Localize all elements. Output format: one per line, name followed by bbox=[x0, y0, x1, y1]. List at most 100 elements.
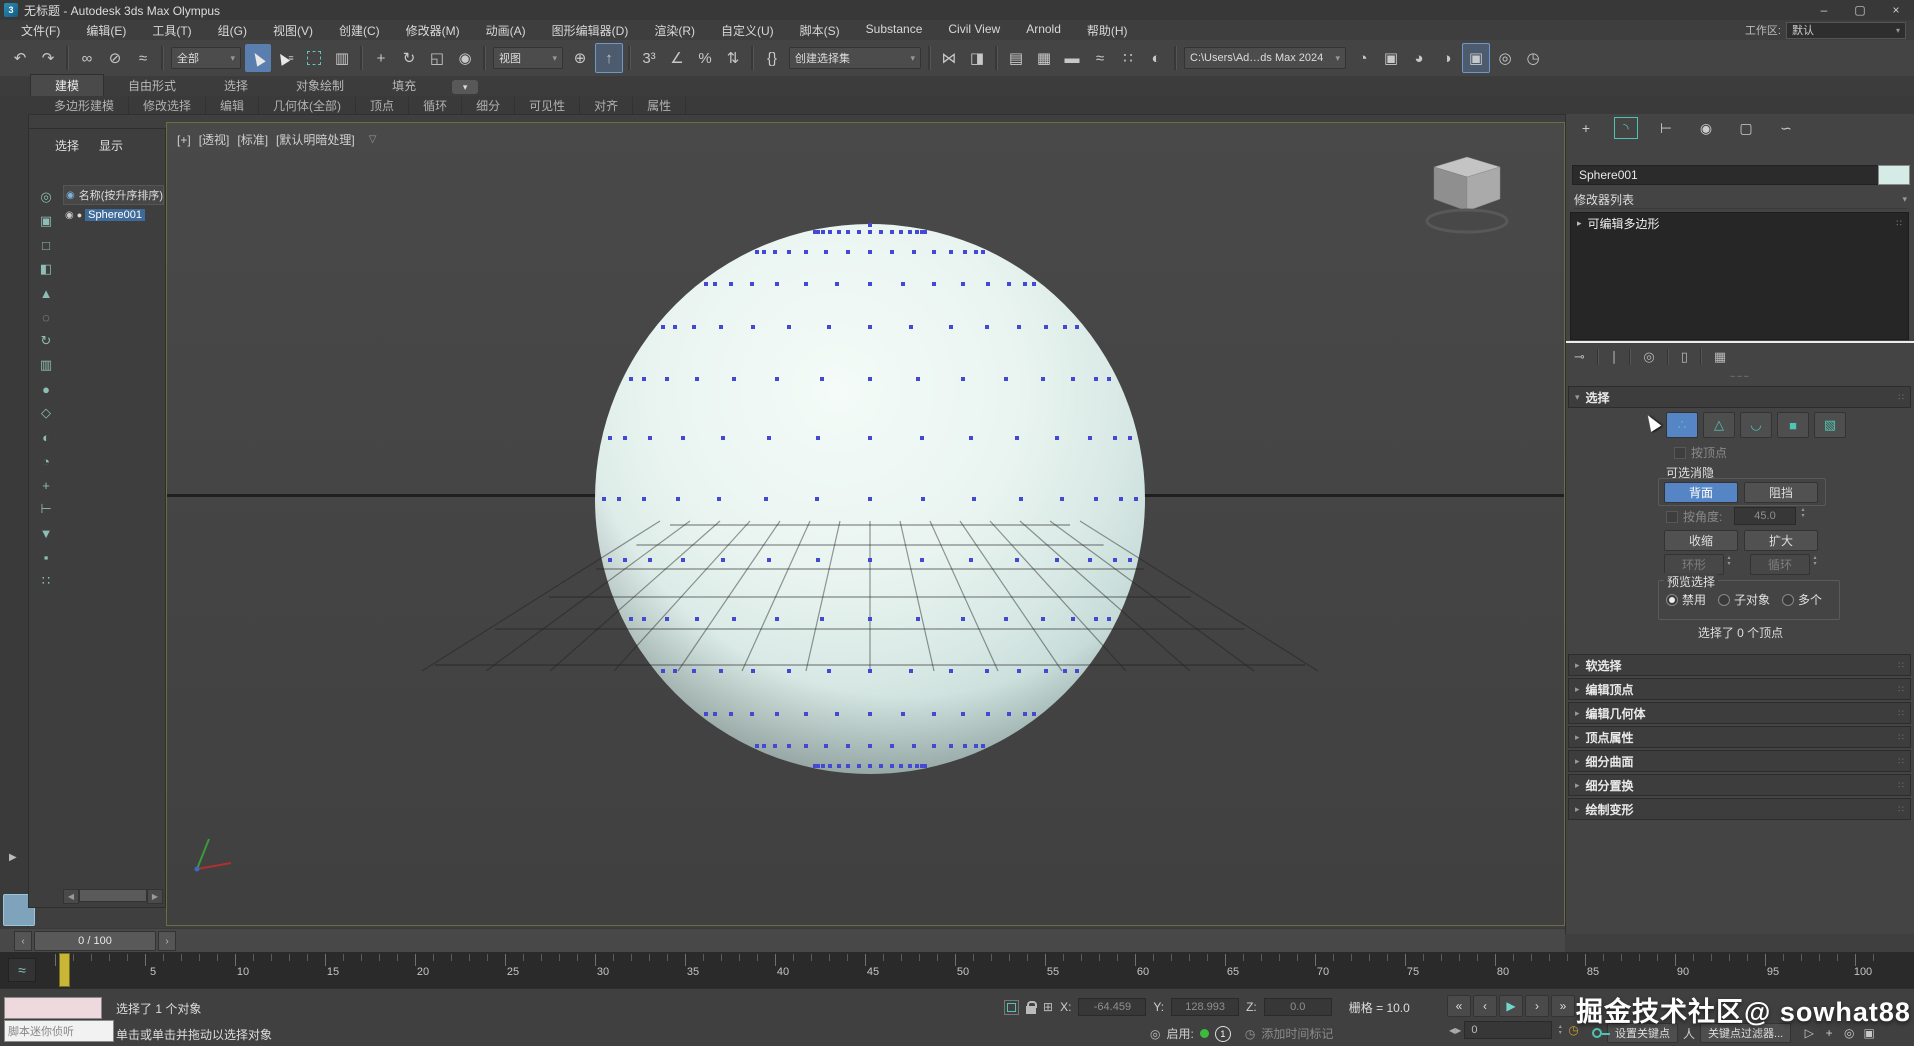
menu-item-15[interactable]: 帮助(H) bbox=[1074, 22, 1141, 39]
select-and-place-icon[interactable]: ◉ bbox=[452, 44, 478, 72]
vertex-dot[interactable] bbox=[827, 325, 831, 329]
menu-item-10[interactable]: 自定义(U) bbox=[708, 22, 787, 39]
vertex-dot[interactable] bbox=[846, 744, 850, 748]
vertex-dot[interactable] bbox=[681, 436, 685, 440]
vertex-dot[interactable] bbox=[868, 669, 872, 673]
show-lights-icon[interactable]: ◐ bbox=[35, 425, 57, 449]
select-all-icon[interactable]: ▣ bbox=[35, 209, 57, 233]
vertex-dot[interactable] bbox=[985, 669, 989, 673]
show-helpers-icon[interactable]: + bbox=[35, 473, 57, 497]
open-rendered-frame-icon[interactable]: ▣ bbox=[1462, 43, 1490, 73]
unlink-selection-icon[interactable]: ⊘ bbox=[102, 44, 128, 72]
preview-radio-0[interactable]: 禁用 bbox=[1666, 591, 1706, 608]
mini-curve-editor-icon[interactable]: ≈ bbox=[8, 958, 36, 982]
vertex-dot[interactable] bbox=[1023, 282, 1027, 286]
vertex-dot[interactable] bbox=[750, 712, 754, 716]
by-vertex-checkbox[interactable]: 按顶点 bbox=[1674, 444, 1727, 461]
menu-item-7[interactable]: 动画(A) bbox=[473, 22, 539, 39]
vertex-dot[interactable] bbox=[868, 744, 872, 748]
object-name-field[interactable]: Sphere001 bbox=[1572, 165, 1880, 185]
clock-icon[interactable]: ◷ bbox=[1245, 1027, 1255, 1041]
vertex-dot[interactable] bbox=[1128, 558, 1132, 562]
rollout-4-header[interactable]: ▸细分曲面∷ bbox=[1568, 750, 1911, 772]
vertex-dot[interactable] bbox=[915, 230, 919, 234]
minimize-button[interactable]: – bbox=[1806, 3, 1842, 17]
vertex-dot[interactable] bbox=[1075, 669, 1079, 673]
named-selection-sets-dropdown[interactable]: 创建选择集▾ bbox=[789, 47, 921, 69]
vertex-dot[interactable] bbox=[762, 250, 766, 254]
vertex-dot[interactable] bbox=[750, 282, 754, 286]
loop-spinner[interactable]: ▴▾ bbox=[1810, 555, 1820, 567]
select-object-icon[interactable] bbox=[245, 44, 271, 72]
angle-value-field[interactable]: 45.0 bbox=[1734, 507, 1796, 525]
vertex-dot[interactable] bbox=[916, 377, 920, 381]
mirror-icon[interactable]: ⋈ bbox=[936, 44, 962, 72]
vertex-dot[interactable] bbox=[1094, 617, 1098, 621]
vertex-dot[interactable] bbox=[857, 764, 861, 768]
vertex-dot[interactable] bbox=[868, 436, 872, 440]
object-color-swatch[interactable] bbox=[1878, 165, 1910, 185]
rollout-6-header[interactable]: ▸绘制变形∷ bbox=[1568, 798, 1911, 820]
play-button[interactable]: ▶ bbox=[1499, 995, 1523, 1017]
vertex-dot[interactable] bbox=[949, 744, 953, 748]
vertex-dot[interactable] bbox=[1063, 325, 1067, 329]
vertex-dot[interactable] bbox=[665, 377, 669, 381]
vertex-dot[interactable] bbox=[787, 744, 791, 748]
eye-icon[interactable]: ◉ bbox=[65, 210, 74, 221]
vertex-dot[interactable] bbox=[1107, 617, 1111, 621]
toggle-scene-explorer-icon[interactable]: ▤ bbox=[1003, 44, 1029, 72]
vertex-dot[interactable] bbox=[828, 764, 832, 768]
material-editor-icon[interactable]: ◐ bbox=[1143, 44, 1169, 72]
vertex-dot[interactable] bbox=[890, 764, 894, 768]
vertex-dot[interactable] bbox=[732, 617, 736, 621]
vertex-dot[interactable] bbox=[713, 282, 717, 286]
vertex-dot[interactable] bbox=[890, 744, 894, 748]
go-to-start-button[interactable]: « bbox=[1447, 995, 1471, 1017]
close-button[interactable]: × bbox=[1878, 3, 1914, 17]
modify-tab[interactable]: ◝ bbox=[1614, 117, 1638, 139]
toggle-layer-explorer-icon[interactable]: ▦ bbox=[1031, 44, 1057, 72]
ribbon-section-9[interactable]: 属性 bbox=[633, 97, 686, 114]
vertex-dot[interactable] bbox=[820, 617, 824, 621]
use-pivot-center-icon[interactable]: ⊕ bbox=[567, 44, 593, 72]
bind-to-space-warp-icon[interactable]: ≈ bbox=[130, 44, 156, 72]
vertex-dot[interactable] bbox=[773, 744, 777, 748]
scroll-right-icon[interactable]: ▶ bbox=[147, 889, 163, 904]
vertex-dot[interactable] bbox=[704, 712, 708, 716]
select-and-link-icon[interactable]: ∞ bbox=[74, 44, 100, 72]
vertex-dot[interactable] bbox=[642, 617, 646, 621]
selection-filter-dropdown[interactable]: 全部▾ bbox=[171, 47, 241, 69]
vertex-dot[interactable] bbox=[1044, 669, 1048, 673]
menu-item-5[interactable]: 创建(C) bbox=[326, 22, 393, 39]
rendered-frame-window-icon[interactable]: ▣ bbox=[1378, 44, 1404, 72]
menu-item-14[interactable]: Arnold bbox=[1013, 22, 1074, 39]
vertex-dot[interactable] bbox=[868, 377, 872, 381]
vertex-dot[interactable] bbox=[721, 558, 725, 562]
show-cameras-icon[interactable]: ◔ bbox=[35, 449, 57, 473]
vertex-dot[interactable] bbox=[868, 497, 872, 501]
vertex-dot[interactable] bbox=[932, 744, 936, 748]
vertex-dot[interactable] bbox=[868, 617, 872, 621]
vertex-dot[interactable] bbox=[1088, 436, 1092, 440]
vertex-dot[interactable] bbox=[868, 230, 872, 234]
vertex-dot[interactable] bbox=[695, 617, 699, 621]
vertex-dot[interactable] bbox=[986, 282, 990, 286]
explorer-tab-select[interactable]: 选择 bbox=[55, 137, 79, 154]
y-coordinate-field[interactable]: 128.993 bbox=[1171, 998, 1239, 1016]
vertex-dot[interactable] bbox=[868, 223, 872, 227]
viewport-menu-shading[interactable]: [默认明暗处理] bbox=[276, 131, 355, 148]
vertex-dot[interactable] bbox=[775, 282, 779, 286]
vertex-dot[interactable] bbox=[623, 558, 627, 562]
vertex-dot[interactable] bbox=[923, 764, 927, 768]
vertex-dot[interactable] bbox=[617, 497, 621, 501]
viewcube[interactable] bbox=[1412, 143, 1522, 239]
vertex-dot[interactable] bbox=[755, 744, 759, 748]
isolate-selection-icon[interactable] bbox=[1004, 1000, 1019, 1015]
percent-snap-icon[interactable]: % bbox=[692, 44, 718, 72]
vertex-dot[interactable] bbox=[981, 744, 985, 748]
vertex-dot[interactable] bbox=[787, 250, 791, 254]
vertex-dot[interactable] bbox=[665, 617, 669, 621]
vertex-dot[interactable] bbox=[804, 282, 808, 286]
explorer-settings-icon[interactable]: ∷ bbox=[35, 569, 57, 593]
rollout-1-header[interactable]: ▸编辑顶点∷ bbox=[1568, 678, 1911, 700]
